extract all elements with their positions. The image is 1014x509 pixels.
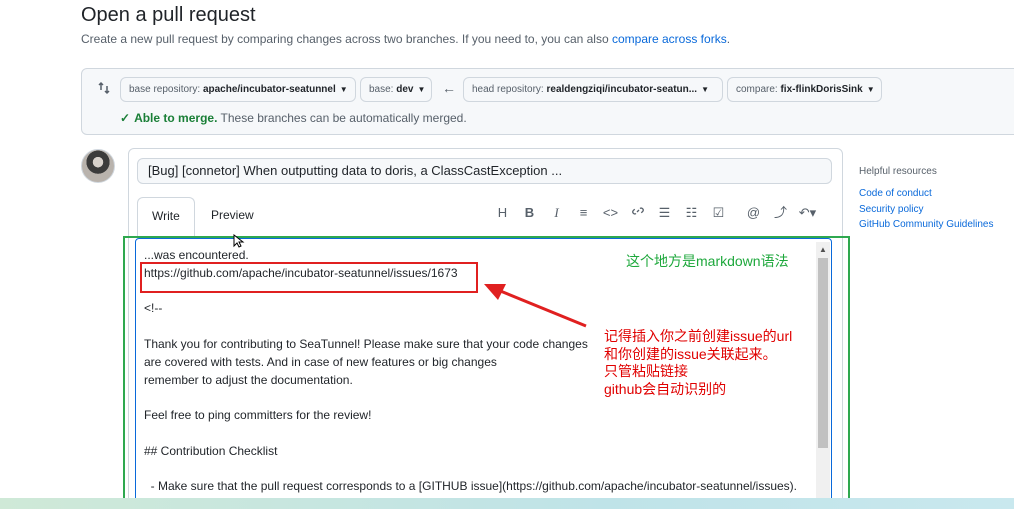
merge-status: ✓ Able to merge. These branches can be au… [120, 111, 467, 125]
base-branch-value: dev [396, 84, 414, 95]
merge-status-label: Able to merge. [134, 111, 218, 125]
base-repo-value: apache/incubator-seatunnel [202, 84, 336, 95]
base-repository-select[interactable]: base repository: apache/incubator-seatun… [120, 77, 356, 102]
note-line: github会自动识别的 [604, 380, 727, 397]
note-line: 记得插入你之前创建issue的url [604, 328, 793, 344]
head-repo-label: head repository: [472, 84, 547, 95]
ordered-list-icon[interactable]: ☷ [678, 203, 705, 223]
compare-arrows-icon [96, 80, 112, 96]
markdown-note: 这个地方是markdown语法 [626, 253, 789, 269]
compare-across-forks-link[interactable]: compare across forks [612, 32, 727, 46]
mouse-cursor-icon [233, 234, 245, 248]
security-policy-link[interactable]: Security policy [859, 204, 923, 215]
page-subtitle: Create a new pull request by comparing c… [81, 32, 730, 46]
tab-write[interactable]: Write [137, 197, 195, 237]
compare-branch-label: compare: [736, 84, 781, 95]
compare-panel: base repository: apache/incubator-seatun… [81, 68, 1014, 135]
issue-url-highlight-box [140, 262, 478, 293]
taskbar-strip [0, 498, 1014, 509]
check-icon: ✓ [120, 111, 131, 125]
chevron-down-icon: ▼ [701, 85, 709, 94]
issue-url-note: 记得插入你之前创建issue的url 和你创建的issue关联起来。 只管粘贴链… [604, 328, 792, 398]
mention-icon[interactable]: @ [740, 203, 767, 223]
helpful-resources-heading: Helpful resources [859, 166, 937, 177]
base-repo-label: base repository: [129, 84, 203, 95]
markdown-toolbar: H B I ≡ <> ☰ ☷ ☑ @ ⤴ ↶▾ [489, 203, 821, 223]
note-line: 只管粘贴链接 [604, 363, 688, 379]
compare-branch-select[interactable]: compare: fix-flinkDorisSink ▼ [727, 77, 882, 102]
reference-icon[interactable]: ⤴ [767, 203, 794, 223]
avatar[interactable] [81, 149, 115, 183]
chevron-down-icon: ▼ [339, 85, 348, 94]
compare-branch-value: fix-flinkDorisSink [780, 84, 863, 95]
chevron-down-icon: ▼ [417, 85, 426, 94]
head-repo-value: realdengziqi/incubator-seatun... [546, 84, 698, 95]
community-guidelines-link[interactable]: GitHub Community Guidelines [859, 219, 994, 230]
chevron-down-icon: ▼ [866, 85, 875, 94]
bold-icon[interactable]: B [516, 203, 543, 223]
base-branch-label: base: [369, 84, 397, 95]
merge-status-detail: These branches can be automatically merg… [217, 111, 467, 125]
code-icon[interactable]: <> [597, 203, 624, 223]
link-icon[interactable] [624, 203, 651, 223]
heading-icon[interactable]: H [489, 203, 516, 223]
subtitle-text: Create a new pull request by comparing c… [81, 32, 612, 46]
note-line: 和你创建的issue关联起来。 [604, 345, 777, 362]
unordered-list-icon[interactable]: ☰ [651, 203, 678, 223]
quote-icon[interactable]: ≡ [570, 203, 597, 223]
base-branch-select[interactable]: base: dev ▼ [360, 77, 432, 102]
pr-title-input[interactable]: [Bug] [connetor] When outputting data to… [137, 158, 832, 184]
tab-preview[interactable]: Preview [197, 197, 268, 237]
reply-icon[interactable]: ↶▾ [794, 203, 821, 223]
arrow-left-icon: ← [442, 80, 456, 96]
annotation-arrow-icon [484, 284, 587, 328]
subtitle-end: . [726, 32, 731, 46]
italic-icon[interactable]: I [543, 203, 570, 223]
task-list-icon[interactable]: ☑ [705, 203, 732, 223]
head-repository-select[interactable]: head repository: realdengziqi/incubator-… [463, 77, 723, 102]
code-of-conduct-link[interactable]: Code of conduct [859, 188, 932, 199]
page-title: Open a pull request [81, 4, 256, 26]
